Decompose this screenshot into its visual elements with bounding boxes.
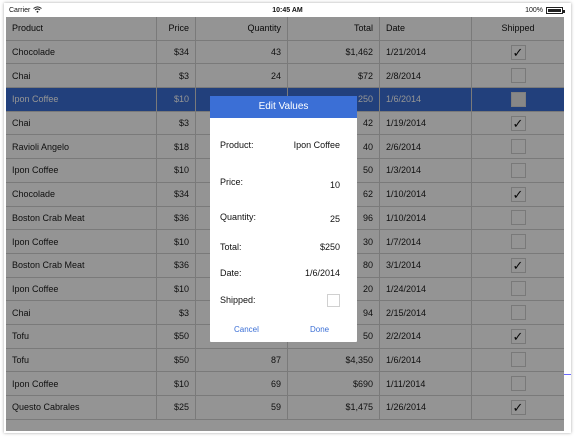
date-input[interactable]: 1/6/2014 <box>305 268 340 278</box>
dialog-title: Edit Values <box>210 96 357 118</box>
edit-values-dialog: Edit Values Product: Ipon Coffee Price: … <box>210 96 357 342</box>
quantity-input[interactable]: 25 <box>330 214 340 224</box>
total-value: $250 <box>319 242 340 252</box>
scroll-indicator <box>564 374 571 375</box>
app-window: Carrier 10:45 AM 100% Product Price Quan… <box>4 3 571 433</box>
total-label: Total: <box>220 242 242 252</box>
quantity-label: Quantity: <box>220 212 257 222</box>
cancel-button[interactable]: Cancel <box>234 325 259 334</box>
done-button[interactable]: Done <box>310 325 329 334</box>
status-time: 10:45 AM <box>272 7 303 14</box>
shipped-label: Shipped: <box>220 295 256 305</box>
status-bar: Carrier 10:45 AM 100% <box>4 3 571 17</box>
price-input[interactable]: 10 <box>330 180 340 190</box>
shipped-checkbox[interactable] <box>327 294 340 307</box>
price-label: Price: <box>220 177 244 187</box>
battery-percent: 100% <box>525 7 543 14</box>
product-label: Product: <box>220 140 254 150</box>
battery-icon <box>546 7 565 14</box>
date-label: Date: <box>220 268 242 278</box>
product-input[interactable]: Ipon Coffee <box>294 140 340 150</box>
